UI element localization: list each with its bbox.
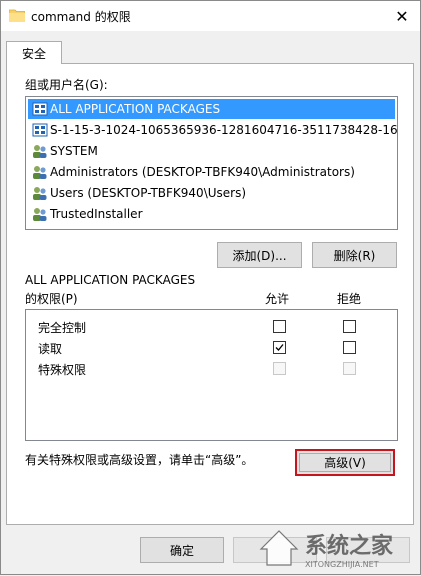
permission-name: 完全控制: [38, 321, 87, 335]
app-packages-icon: [32, 123, 48, 137]
close-icon: ✕: [395, 6, 409, 26]
deny-checkbox: [343, 362, 356, 375]
permissions-list: 完全控制 读取 特殊权限: [25, 309, 398, 441]
remove-button[interactable]: 删除(R): [312, 242, 397, 268]
advanced-hint: 有关特殊权限或高级设置，请单击“高级”。: [25, 453, 254, 467]
advanced-button[interactable]: 高级(V): [295, 449, 395, 476]
add-button-label: 添加(D)...: [232, 248, 287, 263]
permission-row: 特殊权限: [26, 358, 397, 378]
watermark-subtext: XITONGZHIJIA.NET: [305, 560, 379, 569]
user-name: Users (DESKTOP-TBFK940\Users): [50, 186, 247, 200]
deny-column-label: 拒绝: [337, 292, 362, 306]
tab-security[interactable]: 安全: [6, 41, 62, 64]
checkmark-icon: [275, 344, 284, 351]
permission-name: 读取: [38, 342, 63, 356]
allow-checkbox[interactable]: [273, 320, 286, 333]
watermark-logo-icon: 系统之家 XITONGZHIJIA.NET: [259, 530, 394, 569]
users-icon: [33, 145, 47, 158]
user-name: SYSTEM: [50, 144, 98, 158]
permission-row: 读取: [26, 337, 397, 357]
list-item[interactable]: S-1-15-3-1024-1065365936-1281604716-3511…: [28, 120, 398, 140]
title-bar: command 的权限 ✕: [1, 1, 420, 31]
permissions-dialog: command 的权限 ✕ 安全 组或用户名(G): ALL APPLICATI…: [0, 0, 421, 575]
watermark: 系统之家 XITONGZHIJIA.NET: [257, 519, 417, 573]
app-packages-icon: [32, 102, 48, 116]
users-label: 组或用户名(G):: [25, 78, 108, 92]
watermark-text: 系统之家: [305, 533, 394, 559]
ok-button-label: 确定: [169, 543, 194, 558]
add-button[interactable]: 添加(D)...: [217, 242, 302, 268]
list-item[interactable]: ALL APPLICATION PACKAGES: [28, 99, 395, 119]
user-name: S-1-15-3-1024-1065365936-1281604716-3511…: [50, 123, 398, 137]
allow-checkbox: [273, 362, 286, 375]
deny-checkbox[interactable]: [343, 320, 356, 333]
deny-checkbox[interactable]: [343, 341, 356, 354]
remove-button-label: 删除(R): [333, 248, 376, 263]
permissions-header-line1: ALL APPLICATION PACKAGES: [25, 273, 196, 287]
user-name: TrustedInstaller: [50, 207, 143, 221]
users-icon: [33, 208, 47, 221]
window-title: command 的权限: [31, 10, 131, 24]
permission-name: 特殊权限: [38, 363, 87, 377]
allow-column-label: 允许: [265, 292, 290, 306]
advanced-button-label: 高级(V): [324, 456, 366, 470]
list-item[interactable]: SYSTEM: [28, 141, 395, 161]
tab-label: 安全: [21, 46, 46, 61]
user-list[interactable]: ALL APPLICATION PACKAGES S-1-15-3-1024-1…: [25, 96, 398, 230]
permission-row: 完全控制: [26, 316, 397, 336]
allow-checkbox[interactable]: [273, 341, 286, 354]
list-item[interactable]: Administrators (DESKTOP-TBFK940\Administ…: [28, 162, 395, 182]
ok-button[interactable]: 确定: [140, 537, 224, 563]
user-name: ALL APPLICATION PACKAGES: [50, 102, 221, 116]
permissions-header-line2: 的权限(P): [25, 292, 78, 306]
list-item[interactable]: TrustedInstaller: [28, 204, 395, 224]
users-icon: [33, 187, 47, 200]
list-item[interactable]: Users (DESKTOP-TBFK940\Users): [28, 183, 395, 203]
folder-icon: [9, 9, 25, 22]
user-name: Administrators (DESKTOP-TBFK940\Administ…: [50, 165, 355, 179]
users-icon: [33, 166, 47, 179]
close-button[interactable]: ✕: [384, 1, 420, 31]
